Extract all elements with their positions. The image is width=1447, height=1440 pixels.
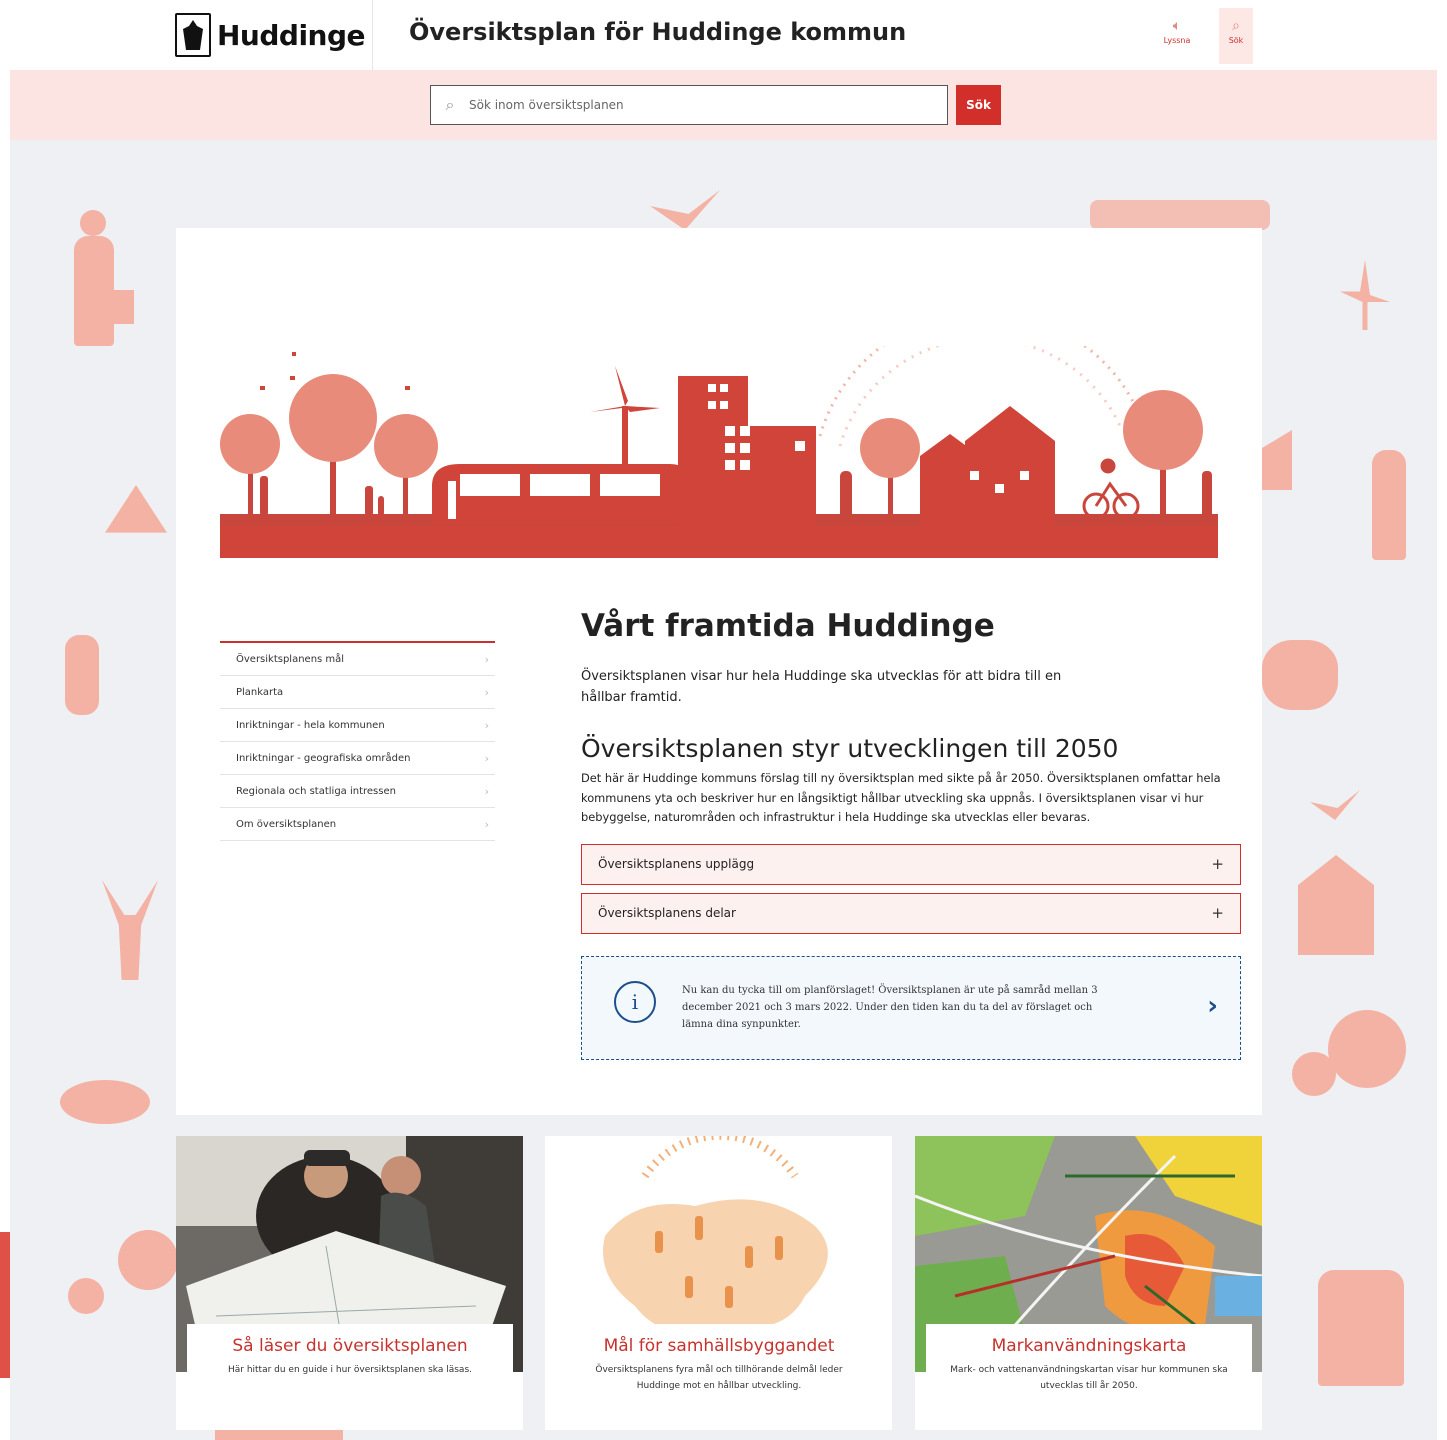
bag-decoration <box>108 290 134 324</box>
building-icon <box>678 376 816 526</box>
lead-text: Översiktsplanen visar hur hela Huddinge … <box>581 669 1062 705</box>
tile-title[interactable]: Markanvändningskarta <box>926 1336 1252 1356</box>
windmill-icon <box>590 366 660 466</box>
ground <box>220 524 1218 558</box>
sidenav-item-hela-kommunen[interactable]: Inriktningar - hela kommunen › <box>220 709 495 742</box>
sidenav-item-label: Inriktningar - hela kommunen <box>236 719 385 731</box>
accordion-label: Översiktsplanens delar <box>598 906 736 920</box>
search-toggle-button[interactable]: ⌕ Sök <box>1219 8 1253 64</box>
plus-icon: + <box>1211 904 1224 922</box>
person-walking-decoration <box>65 635 99 715</box>
tile-caption: Markanvändningskarta Mark- och vattenanv… <box>926 1324 1252 1422</box>
notice-text: Nu kan du tycka till om planförslaget! Ö… <box>682 984 1098 1030</box>
accordion-upplagg[interactable]: Översiktsplanens upplägg + <box>581 843 1241 885</box>
chevron-right-icon: › <box>484 817 489 831</box>
train-icon <box>432 464 700 524</box>
tile-title[interactable]: Mål för samhällsbyggandet <box>556 1336 882 1356</box>
page-title: Vårt framtida Huddinge <box>581 608 995 644</box>
cyclist-icon <box>1082 458 1140 520</box>
person-silhouette-decoration <box>80 210 106 236</box>
search-toggle-label: Sök <box>1228 36 1244 45</box>
person-cheering-decoration <box>102 880 158 980</box>
header-divider <box>372 0 373 70</box>
houses-icon <box>920 406 1055 526</box>
chevron-right-icon: › <box>484 751 489 765</box>
person-silhouette-decoration <box>1372 450 1406 560</box>
listen-button[interactable]: 🔈︎ Lyssna <box>1160 14 1194 64</box>
tile-land-use-map[interactable]: Markanvändningskarta Mark- och vattenanv… <box>915 1136 1262 1430</box>
body-text: Det här är Huddinge kommuns förslag till… <box>581 771 1221 824</box>
person-icon <box>1202 471 1212 521</box>
accordion-delar[interactable]: Översiktsplanens delar + <box>581 892 1241 934</box>
tile-title[interactable]: Så läser du översiktsplanen <box>187 1336 513 1356</box>
section-heading: Översiktsplanen styr utvecklingen till 2… <box>581 734 1119 763</box>
sidenav-item-intressen[interactable]: Regionala och statliga intressen › <box>220 775 495 808</box>
tree-decoration <box>68 1278 104 1314</box>
bus-decoration <box>1090 200 1270 230</box>
sidenav-item-label: Om översiktsplanen <box>236 818 337 830</box>
tile-caption: Så läser du översiktsplanen Här hittar d… <box>187 1324 513 1422</box>
windmill-decoration <box>1340 260 1390 330</box>
chevron-right-icon[interactable]: › <box>1207 991 1218 1021</box>
search-input[interactable] <box>469 98 947 112</box>
site-title[interactable]: Översiktsplan för Huddinge kommun <box>409 18 906 46</box>
accordion-label: Översiktsplanens upplägg <box>598 857 755 871</box>
sidenav-item-label: Översiktsplanens mål <box>236 653 345 665</box>
sidenav-item-label: Regionala och statliga intressen <box>236 785 396 797</box>
tile-goals[interactable]: Mål för samhällsbyggandet Översiktsplane… <box>545 1136 892 1430</box>
tree-decoration <box>1292 1052 1336 1096</box>
cyclist-decoration <box>1262 640 1338 710</box>
sidenav-item-label: Inriktningar - geografiska områden <box>236 752 411 764</box>
main-card: Översiktsplanens mål › Plankarta › Inrik… <box>176 228 1262 1115</box>
tree-icon <box>220 374 438 521</box>
main-content: Vårt framtida Huddinge Översiktsplanen v… <box>581 608 1241 1060</box>
coat-of-arms-icon <box>175 13 211 57</box>
search-input-icon: ⌕ <box>445 95 455 114</box>
info-icon: i <box>614 980 656 1023</box>
consultation-notice[interactable]: i Nu kan du tycka till om planförslaget!… <box>581 955 1241 1060</box>
search-submit-button[interactable]: Sök <box>956 85 1001 125</box>
tree-decoration <box>1328 1010 1406 1088</box>
chevron-right-icon: › <box>484 685 489 699</box>
tree-icon <box>1123 390 1203 521</box>
sidenav-item-geografiska-omraden[interactable]: Inriktningar - geografiska områden › <box>220 742 495 775</box>
huddinge-logo[interactable]: Huddinge <box>175 12 366 58</box>
plus-icon: + <box>1211 855 1224 873</box>
listen-label: Lyssna <box>1163 36 1191 45</box>
house-decoration <box>1298 855 1374 955</box>
hero-illustration <box>220 346 1218 558</box>
people-handshake-decoration <box>1318 1270 1404 1386</box>
family-icon <box>260 476 384 516</box>
sidenav-item-label: Plankarta <box>236 686 284 698</box>
tile-text: Här hittar du en guide i hur översiktspl… <box>227 1365 473 1375</box>
tile-text: Mark- och vattenanvändningskartan visar … <box>950 1365 1228 1391</box>
logo-text: Huddinge <box>217 18 366 52</box>
search-icon: ⌕ <box>1232 18 1240 34</box>
tile-caption: Mål för samhällsbyggandet Översiktsplane… <box>556 1324 882 1422</box>
sidenav-item-om[interactable]: Om översiktsplanen › <box>220 808 495 841</box>
chevron-right-icon: › <box>484 718 489 732</box>
elderly-person-icon <box>840 471 852 521</box>
bird-decoration <box>1310 790 1360 820</box>
playground-decoration <box>60 1080 150 1124</box>
bird-decoration <box>650 190 720 230</box>
recycle-decoration <box>105 485 167 533</box>
chevron-right-icon: › <box>484 652 489 666</box>
house-decoration <box>1262 430 1292 490</box>
tile-reading-guide[interactable]: Så läser du översiktsplanen Här hittar d… <box>176 1136 523 1430</box>
section-navigation: Översiktsplanens mål › Plankarta › Inrik… <box>220 641 495 841</box>
tree-icon <box>860 418 920 521</box>
tile-text: Översiktsplanens fyra mål och tillhörand… <box>595 1365 843 1391</box>
sidenav-item-mal[interactable]: Översiktsplanens mål › <box>220 643 495 676</box>
search-box: ⌕ <box>430 85 948 125</box>
chevron-right-icon: › <box>484 784 489 798</box>
sidenav-item-plankarta[interactable]: Plankarta › <box>220 676 495 709</box>
tree-decoration <box>118 1230 178 1290</box>
site-header: Huddinge Översiktsplan för Huddinge komm… <box>0 0 1447 70</box>
speaker-icon: 🔈︎ <box>1172 18 1182 34</box>
feedback-side-tab[interactable] <box>0 1232 10 1378</box>
